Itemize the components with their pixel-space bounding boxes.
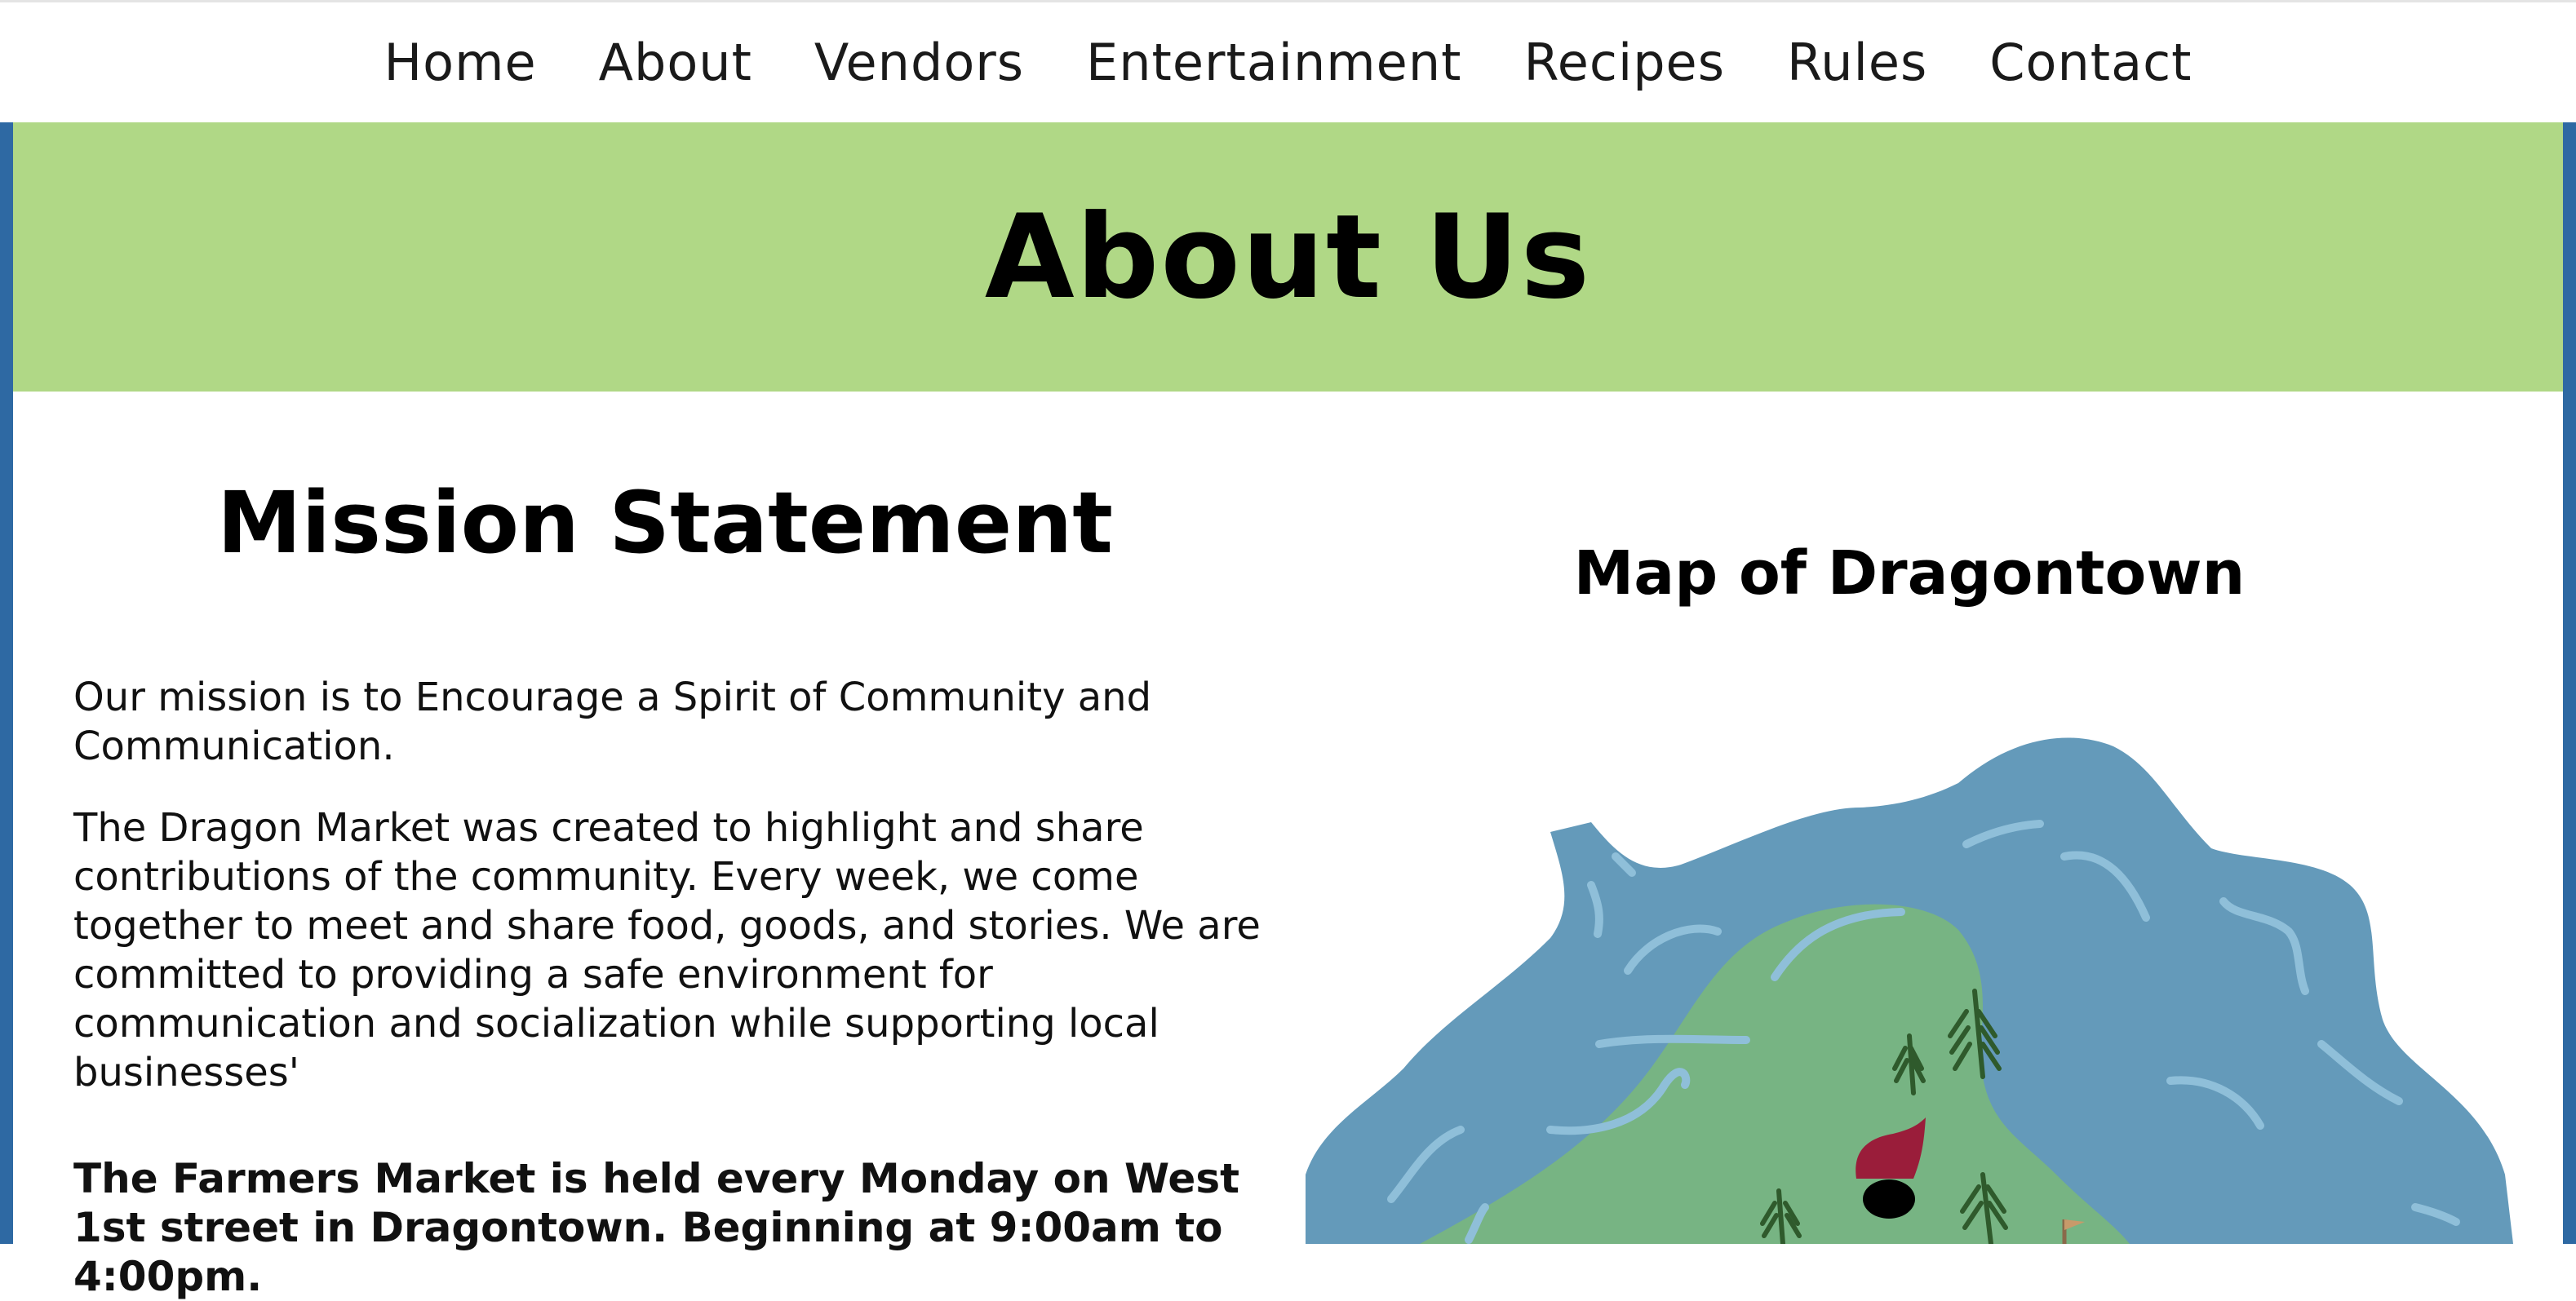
map-illustration — [1306, 737, 2513, 1246]
nav-recipes-link[interactable]: Recipes — [1523, 33, 1725, 92]
nav-rules-link[interactable]: Rules — [1787, 33, 1927, 92]
dragontown-map — [1306, 718, 2529, 1246]
market-schedule-text: The Farmers Market is held every Monday … — [73, 1155, 1239, 1300]
nav-vendors-link[interactable]: Vendors — [814, 33, 1024, 92]
page-frame-left — [0, 122, 13, 1244]
about-market-paragraph: The Dragon Market was created to highlig… — [73, 805, 1261, 1095]
nav-entertainment-link[interactable]: Entertainment — [1086, 33, 1461, 92]
mission-paragraph: Our mission is to Encourage a Spirit of … — [73, 675, 1152, 769]
map-heading: Map of Dragontown — [1573, 538, 2246, 608]
nav-about-link[interactable]: About — [599, 33, 752, 92]
nav-home-link[interactable]: Home — [384, 33, 537, 92]
page-frame-right — [2563, 122, 2576, 1244]
page-title: About Us — [984, 189, 1592, 325]
mission-heading: Mission Statement — [217, 473, 1113, 573]
top-navigation: Home About Vendors Entertainment Recipes… — [0, 0, 2576, 122]
nav-contact-link[interactable]: Contact — [1989, 33, 2192, 92]
page-banner: About Us — [13, 122, 2563, 392]
mission-section: Mission Statement Our mission is to Enco… — [73, 473, 1281, 1300]
